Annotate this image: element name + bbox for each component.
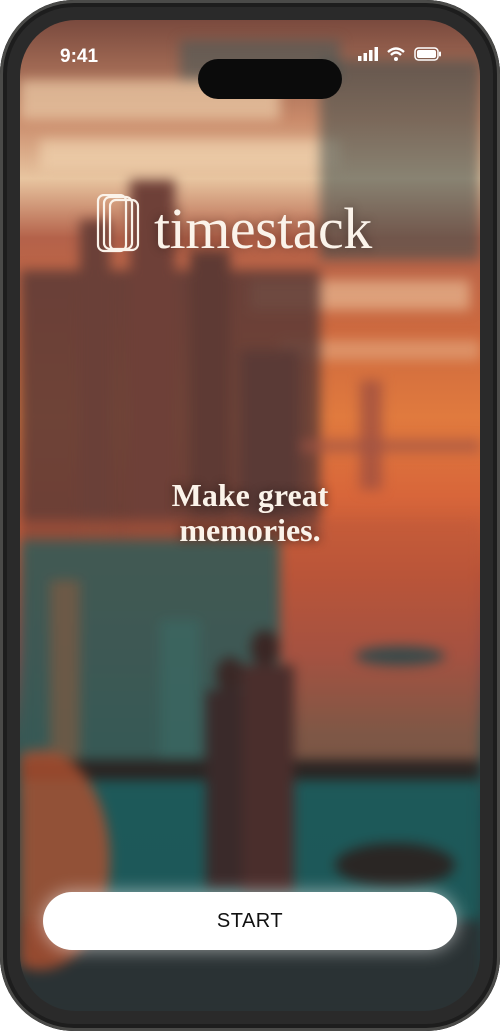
tagline: Make great memories.: [0, 478, 500, 548]
status-time: 9:41: [60, 46, 99, 67]
battery-icon: [414, 46, 442, 66]
brand-header: timestack: [96, 193, 372, 263]
status-icons: [358, 46, 442, 66]
signal-icon: [358, 46, 378, 66]
dynamic-island: [198, 59, 342, 99]
brand-name: timestack: [154, 195, 372, 261]
start-button[interactable]: START: [43, 892, 457, 950]
tagline-line-2: memories.: [179, 512, 321, 548]
stacked-cards-icon: [96, 193, 142, 263]
wifi-icon: [387, 46, 405, 66]
tagline-line-1: Make great: [171, 477, 329, 513]
